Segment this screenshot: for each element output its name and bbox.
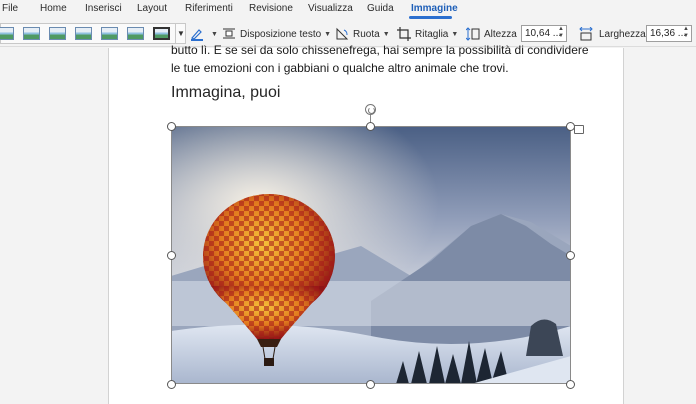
tab-riferimenti[interactable]: Riferimenti [185, 3, 233, 14]
resize-handle-left[interactable] [167, 251, 176, 260]
rotate-label: Ruota [353, 28, 380, 40]
tab-immagine[interactable]: Immagine [411, 3, 458, 14]
chevron-down-icon: ▼ [211, 30, 218, 38]
menu-bar: File Home Inserisci Layout Riferimenti R… [0, 0, 696, 20]
crop-label: Ritaglia [415, 28, 449, 40]
pen-icon [190, 27, 204, 41]
tab-inserisci[interactable]: Inserisci [85, 3, 122, 14]
wrap-text-icon [222, 27, 236, 41]
width-input[interactable]: 16,36 ... ▲ ▼ [646, 25, 692, 42]
height-icon [465, 27, 480, 41]
width-spinner-icon[interactable]: ▲ ▼ [683, 26, 689, 40]
wrap-text-button[interactable]: Disposizione testo ▼ [222, 24, 331, 44]
picture-border-button[interactable]: ▼ [190, 24, 218, 44]
active-tab-indicator [409, 16, 452, 19]
gallery-expand-icon[interactable]: ▼ [175, 24, 186, 43]
picture-style-thumb[interactable] [153, 27, 170, 40]
picture-style-thumb[interactable] [127, 27, 144, 40]
tab-file[interactable]: File [2, 3, 18, 14]
resize-handle-right[interactable] [566, 251, 575, 260]
resize-handle-bottom-right[interactable] [566, 380, 575, 389]
picture-style-thumb[interactable] [49, 27, 66, 40]
resize-handle-top-left[interactable] [167, 122, 176, 131]
wrap-text-label: Disposizione testo [240, 28, 322, 40]
chevron-down-icon: ▼ [451, 30, 459, 38]
picture-style-thumb[interactable] [75, 27, 92, 40]
chevron-down-icon: ▼ [324, 30, 332, 38]
tab-home[interactable]: Home [40, 3, 67, 14]
resize-handle-bottom[interactable] [366, 380, 375, 389]
balloon-photo [171, 126, 571, 384]
resize-handle-top[interactable] [366, 122, 375, 131]
height-label: Altezza [484, 28, 517, 40]
height-input[interactable]: 10,64 ... ▲ ▼ [521, 25, 567, 42]
crop-icon [397, 27, 411, 41]
crop-button[interactable]: Ritaglia ▼ [397, 24, 458, 44]
height-value: 10,64 ... [525, 28, 562, 39]
rotate-button[interactable]: Ruota ▼ [335, 24, 390, 44]
picture-style-thumb[interactable] [23, 27, 40, 40]
resize-handle-bottom-left[interactable] [167, 380, 176, 389]
width-group: Larghezza [579, 24, 646, 44]
tab-visualizza[interactable]: Visualizza [308, 3, 353, 14]
tab-guida[interactable]: Guida [367, 3, 394, 14]
picture-styles-gallery[interactable]: ▼ [0, 23, 186, 44]
picture-style-thumb[interactable] [0, 27, 14, 40]
picture-style-thumb[interactable] [101, 27, 118, 40]
height-group: Altezza [465, 24, 517, 44]
inserted-image[interactable] [171, 126, 571, 384]
width-value: 16,36 ... [650, 28, 687, 39]
chevron-down-icon: ▼ [382, 30, 390, 38]
tab-layout[interactable]: Layout [137, 3, 167, 14]
height-spinner-icon[interactable]: ▲ ▼ [558, 26, 564, 40]
width-label: Larghezza [599, 28, 646, 40]
paragraph-line: butto lì. E se sei da solo chissenefrega… [171, 43, 589, 57]
section-heading: Immagina, puoi [171, 84, 281, 101]
tab-revisione[interactable]: Revisione [249, 3, 293, 14]
rotate-handle-icon[interactable] [365, 104, 376, 115]
paragraph-line: le tue emozioni con i gabbiani o qualche… [171, 61, 509, 75]
width-icon [579, 26, 593, 41]
layout-options-icon[interactable] [574, 125, 584, 134]
rotate-icon [335, 27, 349, 41]
